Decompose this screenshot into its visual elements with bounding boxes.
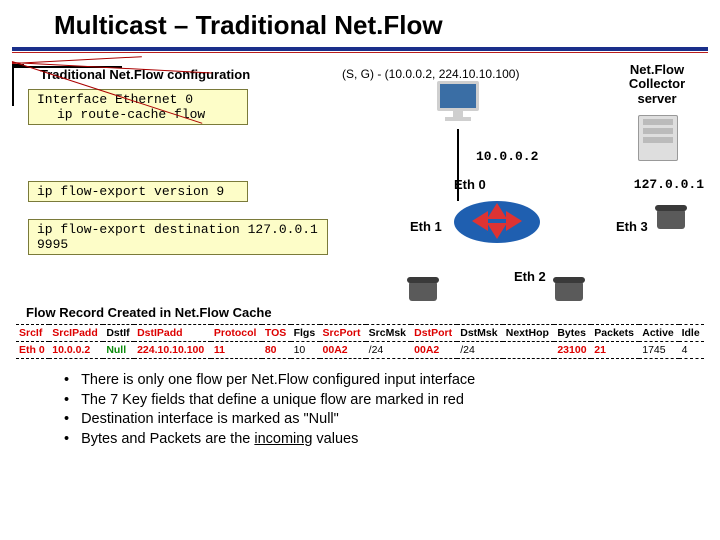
ip-phone-icon — [552, 281, 586, 311]
cell: 21 — [591, 342, 639, 359]
notes-list: There is only one flow per Net.Flow conf… — [64, 371, 696, 449]
col-dstmsk: DstMsk — [457, 325, 503, 342]
col-nexthop: NextHop — [503, 325, 555, 342]
config-line: ip flow-export destination 127.0.0.1 999… — [37, 222, 319, 252]
col-srcport: SrcPort — [320, 325, 366, 342]
col-dstport: DstPort — [411, 325, 457, 342]
cell: 1745 — [639, 342, 678, 359]
col-srcif: SrcIf — [16, 325, 49, 342]
table-row: Eth 0 10.0.0.2 Null 224.10.10.100 11 80 … — [16, 342, 704, 359]
cell: 00A2 — [411, 342, 457, 359]
sg-tuple-label: (S, G) - (10.0.0.2, 224.10.10.100) — [342, 67, 519, 81]
cell: Eth 0 — [16, 342, 49, 359]
page-title: Multicast – Traditional Net.Flow — [0, 0, 720, 47]
list-item: There is only one flow per Net.Flow conf… — [64, 371, 696, 391]
cell: 10 — [291, 342, 320, 359]
config-box-interface: Interface Ethernet 0 ip route-cache flow — [28, 89, 248, 125]
cell: /24 — [457, 342, 503, 359]
cell: 00A2 — [320, 342, 366, 359]
dest-ip-label: 127.0.0.1 — [634, 177, 704, 192]
col-dstif: DstIf — [103, 325, 134, 342]
col-bytes: Bytes — [554, 325, 591, 342]
connector-line — [12, 56, 142, 64]
list-item: Destination interface is marked as "Null… — [64, 410, 696, 430]
collector-server-label: Net.Flow Collector server — [612, 63, 702, 106]
divider-thick — [12, 47, 708, 51]
server-icon — [638, 115, 678, 161]
eth1-label: Eth 1 — [410, 219, 442, 234]
router-icon — [454, 201, 540, 243]
ip-phone-icon — [406, 281, 440, 311]
source-ip-label: 10.0.0.2 — [476, 149, 538, 164]
col-dstip: DstIPadd — [134, 325, 211, 342]
col-tos: TOS — [262, 325, 291, 342]
cell: 80 — [262, 342, 291, 359]
config-line: Interface Ethernet 0 — [37, 92, 239, 107]
cell: 224.10.10.100 — [134, 342, 211, 359]
config-box-destination: ip flow-export destination 127.0.0.1 999… — [28, 219, 328, 255]
cell-null: Null — [103, 342, 134, 359]
flow-record-table: SrcIf SrcIPadd DstIf DstIPadd Protocol T… — [16, 324, 704, 359]
col-packets: Packets — [591, 325, 639, 342]
col-idle: Idle — [679, 325, 704, 342]
monitor-icon — [432, 81, 484, 129]
config-box-version: ip flow-export version 9 — [28, 181, 248, 202]
divider-thin — [12, 52, 708, 53]
link-line — [12, 68, 14, 106]
eth3-label: Eth 3 — [616, 219, 648, 234]
flow-record-heading: Flow Record Created in Net.Flow Cache — [26, 305, 704, 320]
col-flgs: Flgs — [291, 325, 320, 342]
cell: 4 — [679, 342, 704, 359]
cell: 10.0.0.2 — [49, 342, 103, 359]
eth2-label: Eth 2 — [514, 269, 546, 284]
eth0-label: Eth 0 — [454, 177, 486, 192]
cell: 23100 — [554, 342, 591, 359]
col-active: Active — [639, 325, 678, 342]
cell: 11 — [211, 342, 262, 359]
config-line: ip flow-export version 9 — [37, 184, 239, 199]
config-line: ip route-cache flow — [37, 107, 239, 122]
table-header-row: SrcIf SrcIPadd DstIf DstIPadd Protocol T… — [16, 325, 704, 342]
col-srcip: SrcIPadd — [49, 325, 103, 342]
cell — [503, 342, 555, 359]
col-srcmsk: SrcMsk — [366, 325, 412, 342]
col-proto: Protocol — [211, 325, 262, 342]
list-item: The 7 Key fields that define a unique fl… — [64, 391, 696, 411]
cell: /24 — [366, 342, 412, 359]
diagram-area: Traditional Net.Flow configuration (S, G… — [12, 61, 708, 301]
list-item: Bytes and Packets are the incoming value… — [64, 430, 696, 450]
ip-phone-icon — [654, 209, 688, 239]
